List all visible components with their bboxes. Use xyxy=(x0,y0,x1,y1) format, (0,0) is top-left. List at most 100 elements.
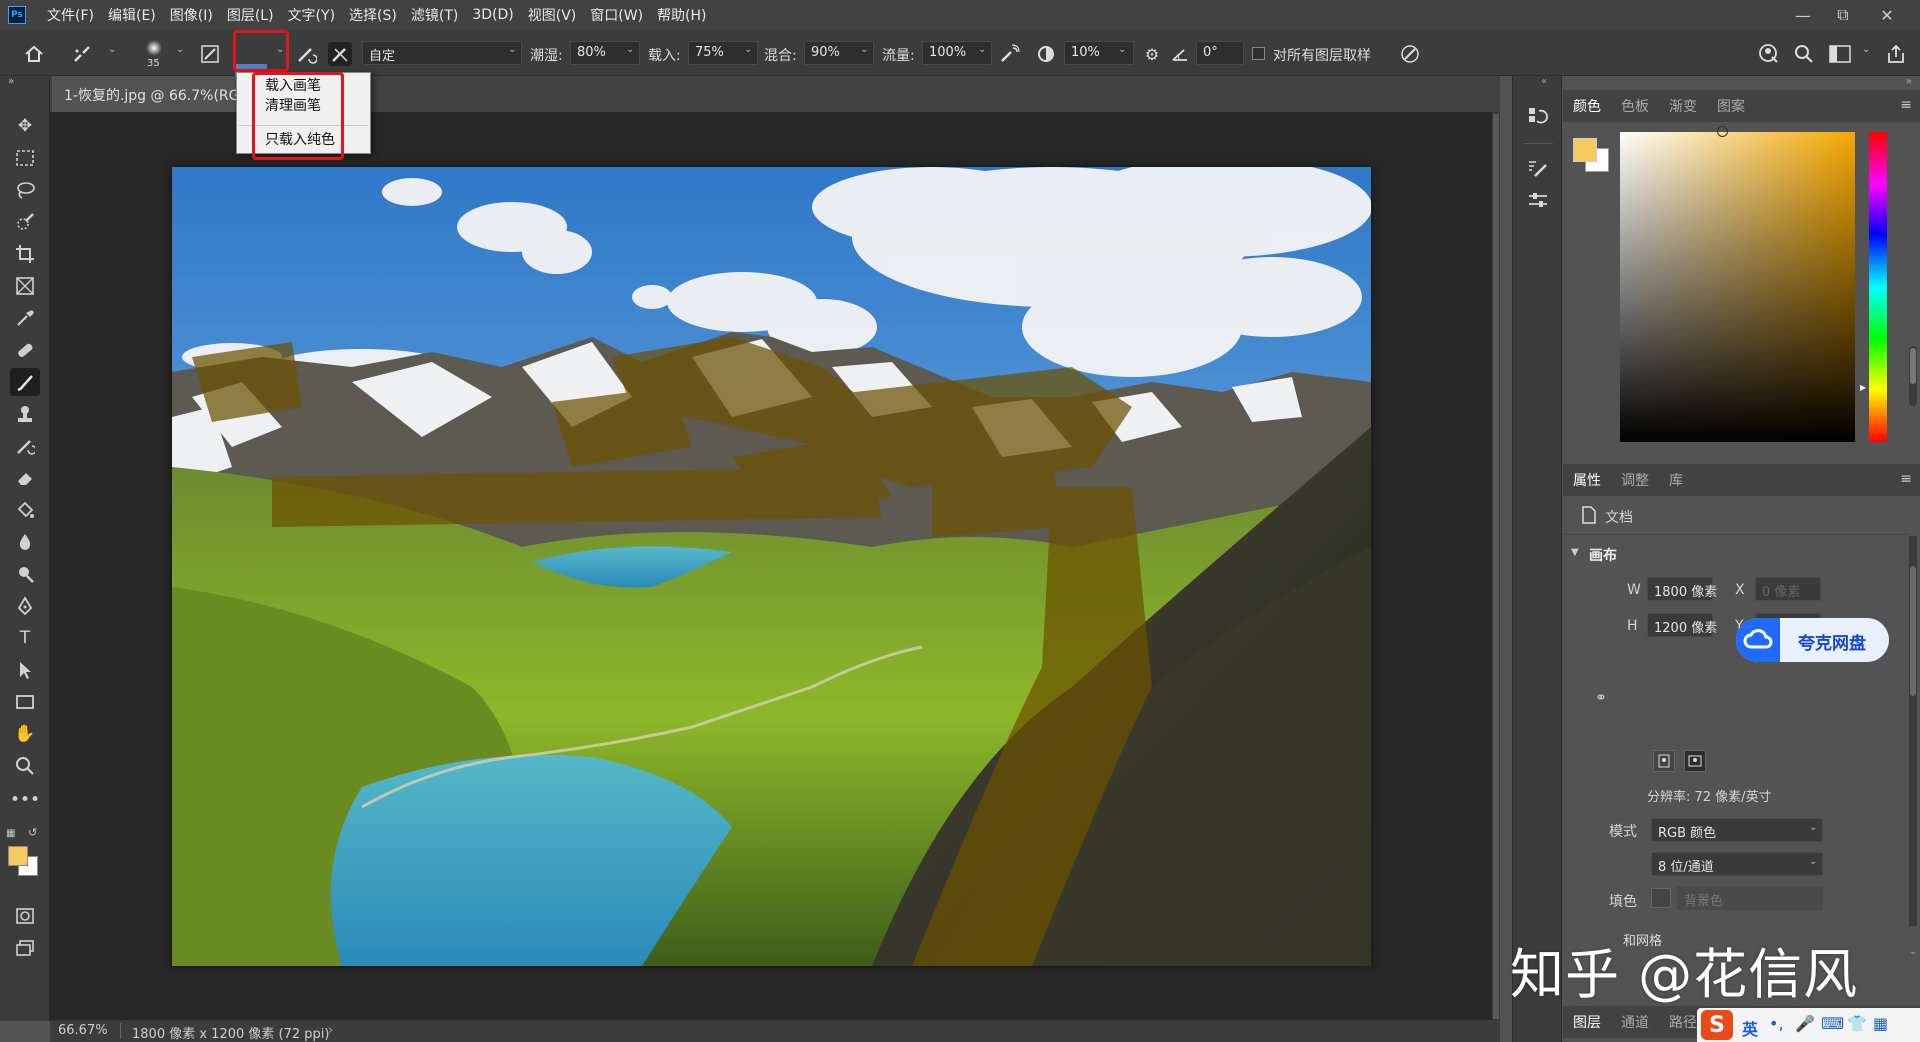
tab-color[interactable]: 颜色 xyxy=(1563,96,1611,116)
portrait-orientation-icon[interactable] xyxy=(1653,750,1675,772)
mixer-brush-tool-icon[interactable] xyxy=(10,368,40,396)
blur-tool-icon[interactable] xyxy=(10,528,40,556)
fill-color-swatch[interactable] xyxy=(1651,888,1671,908)
frame-tool-icon[interactable] xyxy=(10,272,40,300)
foreground-color-swatch[interactable] xyxy=(1573,138,1597,162)
history-panel-icon[interactable] xyxy=(1525,104,1551,130)
punctuation-icon[interactable]: •, xyxy=(1769,1014,1784,1033)
menu-image[interactable]: 图像(I) xyxy=(163,5,220,25)
zoom-level[interactable]: 66.67% xyxy=(58,1023,108,1038)
airbrush-icon[interactable] xyxy=(998,42,1022,66)
load-brush-after-stroke-icon[interactable] xyxy=(294,42,318,66)
menu-help[interactable]: 帮助(H) xyxy=(650,5,713,25)
ime-language-label[interactable]: 英 xyxy=(1742,1016,1758,1040)
adjustments-panel-icon[interactable] xyxy=(1525,188,1551,214)
search-icon[interactable] xyxy=(1792,42,1816,66)
brush-preset-icon[interactable] xyxy=(142,36,166,60)
menu-edit[interactable]: 编辑(E) xyxy=(101,5,163,25)
fill-select[interactable]: 背景色 xyxy=(1677,886,1823,910)
sogou-logo-icon[interactable]: S xyxy=(1701,1010,1733,1040)
home-icon[interactable] xyxy=(22,42,46,66)
gear-icon[interactable]: ⚙ xyxy=(1140,42,1164,66)
toolbox-icon[interactable]: ▦ xyxy=(1873,1014,1888,1033)
chevron-down-icon[interactable]: ⌄ xyxy=(860,44,868,55)
chevron-down-icon[interactable]: ⌄ xyxy=(626,44,634,55)
properties-scrollbar[interactable] xyxy=(1909,536,1917,926)
blend-preset-select[interactable]: 自定 xyxy=(362,41,522,65)
workspace-icon[interactable] xyxy=(1828,42,1852,66)
collapse-arrows-icon[interactable]: » xyxy=(8,76,14,87)
menu-filter[interactable]: 滤镜(T) xyxy=(404,5,465,25)
screen-mode-icon[interactable] xyxy=(10,934,40,962)
canvas-image[interactable] xyxy=(172,167,1371,966)
dodge-tool-icon[interactable] xyxy=(10,560,40,588)
hue-slider-handle-icon[interactable]: ▶ xyxy=(1860,383,1866,392)
more-tools-icon[interactable]: ••• xyxy=(10,786,40,814)
pressure-icon[interactable] xyxy=(1398,42,1422,66)
height-input[interactable]: 1200 像素 xyxy=(1647,613,1717,637)
collapse-arrows-icon[interactable]: « xyxy=(1541,76,1547,87)
default-colors-icon[interactable]: ▦ xyxy=(6,828,15,839)
menu-select[interactable]: 选择(S) xyxy=(342,5,404,25)
width-input[interactable]: 1800 像素 xyxy=(1647,577,1717,601)
skin-icon[interactable]: 👕 xyxy=(1847,1014,1867,1033)
chevron-down-icon[interactable]: ⌄ xyxy=(1118,44,1126,55)
chevron-down-icon[interactable]: ⌄ xyxy=(176,44,184,55)
paint-bucket-tool-icon[interactable] xyxy=(10,496,40,524)
zoom-tool-icon[interactable] xyxy=(10,752,40,780)
angle-input[interactable]: 0° xyxy=(1196,41,1244,65)
panel-menu-icon[interactable]: ≡ xyxy=(1900,97,1912,113)
color-picker-handle[interactable] xyxy=(1717,126,1728,137)
crop-tool-icon[interactable] xyxy=(10,240,40,268)
clean-brush-after-stroke-icon[interactable] xyxy=(328,42,352,66)
menu-file[interactable]: 文件(F) xyxy=(40,5,101,25)
stamp-tool-icon[interactable] xyxy=(10,400,40,428)
quick-selection-tool-icon[interactable] xyxy=(10,208,40,236)
x-input[interactable]: 0 像素 xyxy=(1755,577,1821,601)
restore-icon[interactable]: ⧉ xyxy=(1820,0,1866,30)
sample-all-layers-checkbox[interactable] xyxy=(1252,47,1265,60)
scrollbar-thumb[interactable] xyxy=(1493,114,1499,1019)
menu-view[interactable]: 视图(V) xyxy=(521,5,584,25)
brush-settings-panel-icon[interactable] xyxy=(1525,156,1551,182)
quark-cloud-button[interactable]: 夸克网盘 xyxy=(1736,618,1889,662)
chevron-down-icon[interactable]: ⌄ xyxy=(978,44,986,55)
link-icon[interactable]: ⚭ xyxy=(1595,690,1607,706)
chevron-down-icon[interactable]: ⌄ xyxy=(1809,856,1817,867)
tab-layers[interactable]: 图层 xyxy=(1563,1012,1611,1032)
eyedropper-tool-icon[interactable] xyxy=(10,304,40,332)
menu-type[interactable]: 文字(Y) xyxy=(281,5,342,25)
microphone-icon[interactable]: 🎤 xyxy=(1795,1014,1815,1033)
share-icon[interactable] xyxy=(1884,42,1908,66)
tab-channels[interactable]: 通道 xyxy=(1611,1012,1659,1032)
brush-settings-icon[interactable] xyxy=(198,42,222,66)
panel-menu-icon[interactable]: ≡ xyxy=(1900,471,1912,487)
collapse-arrows-icon[interactable]: » xyxy=(1906,76,1912,87)
tab-properties[interactable]: 属性 xyxy=(1563,470,1611,490)
lasso-tool-icon[interactable] xyxy=(10,176,40,204)
chevron-down-icon[interactable]: ⌄ xyxy=(744,44,752,55)
tab-adjustments[interactable]: 调整 xyxy=(1611,470,1659,490)
chevron-down-icon[interactable]: ▼ xyxy=(1571,547,1579,558)
smoothing-icon[interactable] xyxy=(1034,42,1058,66)
history-brush-tool-icon[interactable] xyxy=(10,432,40,460)
close-icon[interactable]: ✕ xyxy=(1864,0,1910,30)
chevron-right-icon[interactable]: › xyxy=(328,1023,333,1038)
chevron-down-icon[interactable]: ⌄ xyxy=(1862,44,1870,55)
quick-mask-icon[interactable] xyxy=(10,902,40,930)
hue-slider[interactable] xyxy=(1869,132,1887,442)
saturation-value-field[interactable] xyxy=(1620,126,1855,442)
tab-libraries[interactable]: 库 xyxy=(1659,470,1693,490)
healing-brush-tool-icon[interactable] xyxy=(10,336,40,364)
move-tool-icon[interactable]: ✥ xyxy=(10,112,40,140)
mixer-brush-tool-icon[interactable] xyxy=(70,42,94,66)
tab-patterns[interactable]: 图案 xyxy=(1707,96,1755,116)
angle-icon[interactable] xyxy=(1168,42,1192,66)
marquee-tool-icon[interactable] xyxy=(10,144,40,172)
chevron-down-icon[interactable]: ⌄ xyxy=(508,44,516,55)
keyboard-icon[interactable]: ⌨ xyxy=(1821,1014,1844,1033)
rectangle-tool-icon[interactable] xyxy=(10,688,40,716)
tab-swatches[interactable]: 色板 xyxy=(1611,96,1659,116)
chevron-down-icon[interactable]: ⌄ xyxy=(108,44,116,55)
type-tool-icon[interactable]: T xyxy=(10,624,40,652)
